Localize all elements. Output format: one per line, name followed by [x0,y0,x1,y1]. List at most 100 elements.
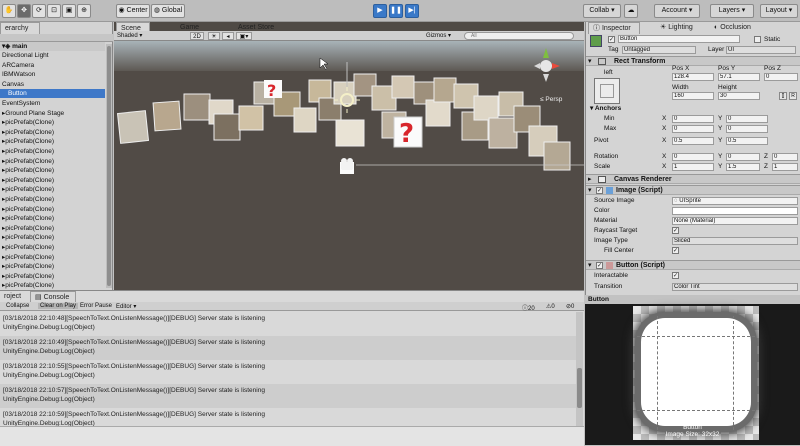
rotation-z-field[interactable]: 0 [772,153,798,161]
pivot-y-field[interactable]: 0.5 [726,137,768,145]
pause-button[interactable]: ❚❚ [389,4,403,18]
hierarchy-item[interactable]: ▸picPrefab(Clone) [0,118,105,127]
global-local-toggle[interactable]: ◍ Global [151,4,185,18]
hierarchy-item[interactable]: ▸picPrefab(Clone) [0,272,105,281]
hierarchy-item[interactable]: IBMWatson [0,70,105,79]
clear-on-play-button[interactable]: Clear on Play [38,303,79,309]
log-entry[interactable]: [03/18/2018 22:10:57][SpeechToText.OnLis… [0,384,576,408]
hierarchy-item[interactable]: EventSystem [0,99,105,108]
warning-count-toggle[interactable]: ⚠0 [546,303,555,310]
color-swatch[interactable] [672,207,798,215]
hierarchy-item[interactable]: ARCamera [0,61,105,70]
gizmos-dropdown[interactable]: Gizmos ▾ [426,32,460,40]
raw-edit-button[interactable]: R [789,92,797,100]
tab-hierarchy[interactable]: erarchy [0,22,40,34]
scene-root-row[interactable]: ▾◈ main [0,42,105,51]
tab-occlusion[interactable]: ◐ Occlusion [710,22,766,34]
hierarchy-item[interactable]: ▸picPrefab(Clone) [0,176,105,185]
editor-dropdown[interactable]: Editor ▾ [116,303,136,310]
layer-dropdown[interactable]: UI [726,46,796,54]
layout-dropdown[interactable]: Layout ▾ [760,4,798,18]
scene-search-input[interactable] [464,32,574,40]
collapse-button[interactable]: Collapse [6,303,29,309]
scale-x-field[interactable]: 1 [672,163,714,171]
collab-dropdown[interactable]: Collab ▾ [583,4,621,18]
hierarchy-item[interactable]: ▸picPrefab(Clone) [0,262,105,271]
transform-tool-button[interactable]: ⊕ [77,4,91,18]
anchors-label[interactable]: ▾ Anchors [590,104,621,113]
hierarchy-item[interactable]: Button [0,89,105,99]
transition-dropdown[interactable]: Color Tint [672,283,798,291]
error-count-toggle[interactable]: ⊘0 [566,303,574,310]
pivot-x-field[interactable]: 0.5 [672,137,714,145]
layers-dropdown[interactable]: Layers ▾ [710,4,754,18]
raycast-target-checkbox[interactable]: ✓ [672,227,679,234]
rotation-x-field[interactable]: 0 [672,153,714,161]
scale-tool-button[interactable]: ⊡ [47,4,61,18]
image-type-dropdown[interactable]: Sliced [672,237,798,245]
hierarchy-scrollbar[interactable] [106,44,112,288]
anchor-min-x-field[interactable]: 0 [672,115,714,123]
lighting-toggle-icon[interactable]: ☀ [208,32,220,40]
hierarchy-item[interactable]: Canvas [0,80,105,89]
anchor-max-x-field[interactable]: 0 [672,125,714,133]
button-component-header[interactable]: ▾ ✓ Button (Script) [586,260,800,270]
pos-y-field[interactable]: 57.1 [718,73,760,81]
button-enabled-checkbox[interactable]: ✓ [596,262,603,269]
log-entry[interactable]: [03/18/2018 22:10:49][SpeechToText.OnLis… [0,336,576,360]
hierarchy-item[interactable]: ▸picPrefab(Clone) [0,137,105,146]
active-checkbox[interactable]: ✓ [608,36,615,43]
object-name-field[interactable]: Button [618,35,740,43]
scene-viewport[interactable]: ? ? [114,22,584,290]
source-image-field[interactable]: ◌ UISprite [672,197,798,205]
pivot-center-toggle[interactable]: ◉ Center [116,4,150,18]
hierarchy-item[interactable]: ▸picPrefab(Clone) [0,147,105,156]
play-button[interactable]: ▶ [373,4,387,18]
material-field[interactable]: None (Material) [672,217,798,225]
interactable-checkbox[interactable]: ✓ [672,272,679,279]
fill-center-checkbox[interactable]: ✓ [672,247,679,254]
scene-view[interactable]: ? ? Scene Game Asset Store Shaded ▾ 2D ☀… [114,22,584,290]
scale-y-field[interactable]: 1.5 [726,163,760,171]
effects-dropdown-icon[interactable]: ▣▾ [236,32,252,40]
perspective-label[interactable]: ≤ Persp [540,96,562,103]
hierarchy-scroll-thumb[interactable] [107,46,111,286]
anchor-preset-button[interactable] [594,78,620,104]
hierarchy-item[interactable]: Directional Light [0,51,105,60]
audio-toggle-icon[interactable]: ◂ [222,32,234,40]
anchor-max-y-field[interactable]: 0 [726,125,768,133]
hierarchy-searchbar[interactable] [0,34,113,42]
tab-inspector[interactable]: ⓘ Inspector [588,22,640,34]
anchor-min-y-field[interactable]: 0 [726,115,768,123]
hand-tool-button[interactable]: ✋ [2,4,16,18]
canvas-renderer-header[interactable]: ▸ Canvas Renderer [586,174,800,184]
hierarchy-item[interactable]: ▸picPrefab(Clone) [0,233,105,242]
rotate-tool-button[interactable]: ⟳ [32,4,46,18]
image-component-header[interactable]: ▾ ✓ Image (Script) [586,185,800,195]
scale-z-field[interactable]: 1 [772,163,798,171]
pos-x-field[interactable]: 128.4 [672,73,714,81]
error-pause-button[interactable]: Error Pause [80,303,112,309]
image-enabled-checkbox[interactable]: ✓ [596,187,603,194]
width-field[interactable]: 160 [672,92,714,100]
move-tool-button[interactable]: ✥ [17,4,31,18]
tag-dropdown[interactable]: Untagged [622,46,696,54]
hierarchy-item[interactable]: ▸picPrefab(Clone) [0,157,105,166]
shading-mode-dropdown[interactable]: Shaded ▾ [117,32,167,40]
console-scroll-thumb[interactable] [577,368,582,408]
console-scrollbar[interactable] [576,312,583,426]
preview-title[interactable]: Button [585,295,800,304]
2d-toggle[interactable]: 2D [190,32,204,40]
log-entry[interactable]: [03/18/2018 22:10:48][SpeechToText.OnLis… [0,312,576,336]
log-entry[interactable]: [03/18/2018 22:10:55][SpeechToText.OnLis… [0,360,576,384]
rect-tool-button[interactable]: ▣ [62,4,76,18]
hierarchy-item[interactable]: ▸picPrefab(Clone) [0,128,105,137]
hierarchy-item[interactable]: ▸picPrefab(Clone) [0,205,105,214]
hierarchy-item[interactable]: ▸picPrefab(Clone) [0,243,105,252]
step-button[interactable]: ▶| [405,4,419,18]
hierarchy-item[interactable]: ▸Ground Plane Stage [0,109,105,118]
static-checkbox[interactable] [754,36,761,43]
tab-lighting[interactable]: ☀ Lighting [656,22,706,34]
pos-z-field[interactable]: 0 [764,73,798,81]
rotation-y-field[interactable]: 0 [726,153,760,161]
